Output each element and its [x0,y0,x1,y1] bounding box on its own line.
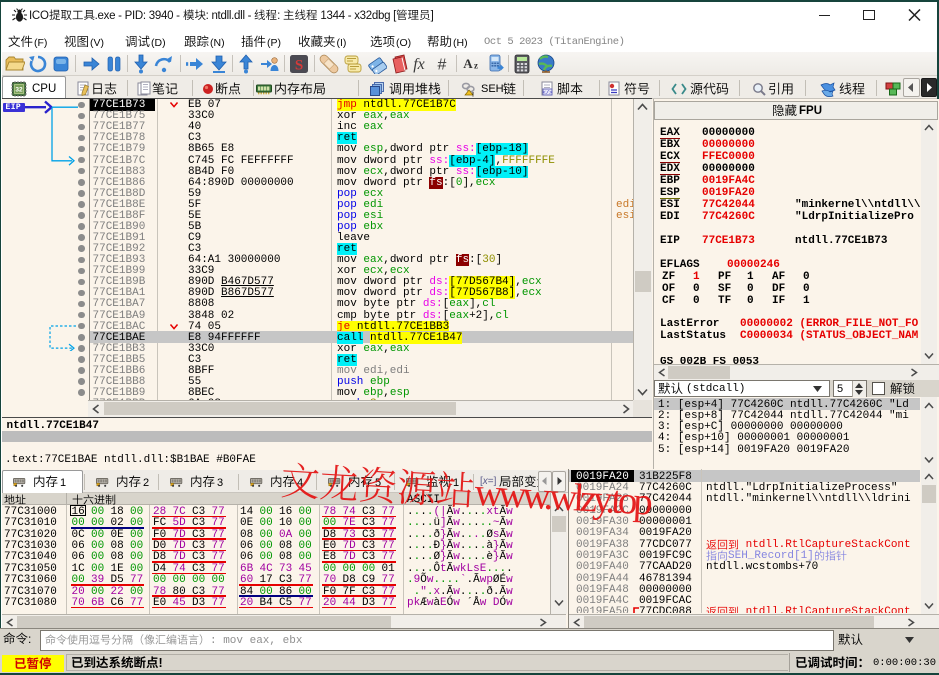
svg-text:!: ! [472,93,474,98]
svg-text:</>: </> [543,89,553,96]
svg-text:fx: fx [413,56,425,73]
svg-text:S: S [295,58,303,74]
svg-text:32: 32 [15,87,23,94]
svg-text:#: # [438,57,447,74]
svg-text:z: z [474,61,478,71]
svg-text:A: A [463,56,473,71]
